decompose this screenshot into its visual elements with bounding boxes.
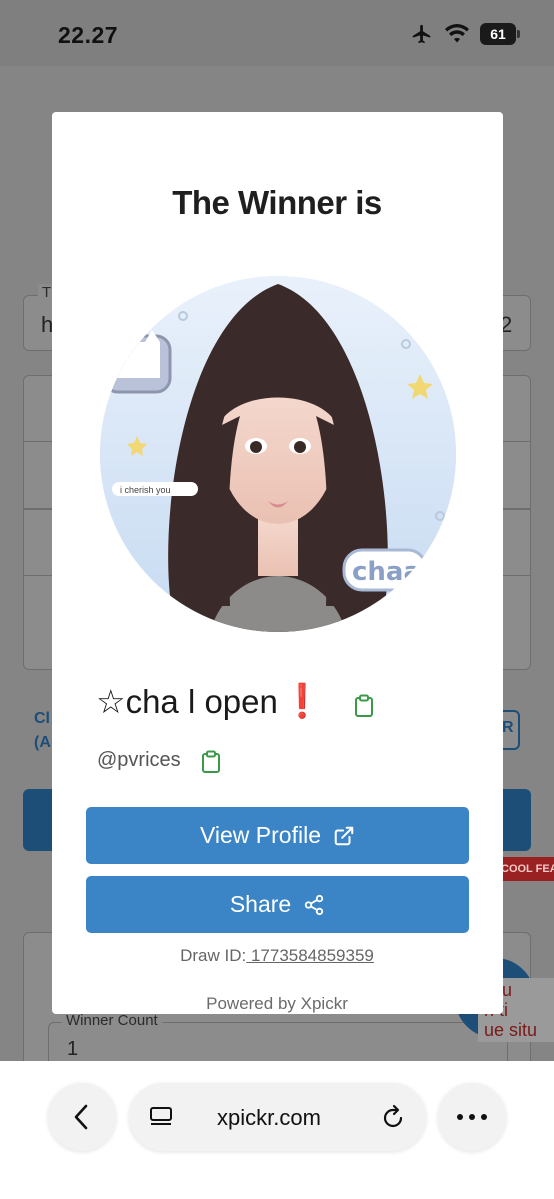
wifi-icon	[445, 24, 469, 43]
background-link-right: R	[502, 719, 514, 736]
winner-avatar: i cherish you chaa	[100, 276, 456, 632]
status-bar: 22.27 61	[0, 0, 554, 66]
winner-name-exclaim: ❗	[281, 682, 323, 719]
status-time: 22.27	[58, 22, 119, 48]
powered-by: Powered by Xpickr	[206, 994, 348, 1013]
copy-handle-icon[interactable]	[201, 750, 221, 774]
chevron-left-icon	[74, 1104, 88, 1130]
avatar-caption: i cherish you	[120, 485, 171, 495]
winner-name-text: ☆cha l open	[96, 683, 278, 720]
background-winner-count-label: Winner Count	[62, 1012, 162, 1029]
background-link-left: Cl (A	[34, 710, 51, 751]
winner-handle: @pvrices	[97, 749, 181, 771]
share-label: Share	[229, 891, 292, 917]
share-icon	[305, 894, 324, 915]
reader-mode-icon[interactable]	[149, 1106, 173, 1128]
draw-id: Draw ID: 1773584859359	[0, 946, 554, 966]
winner-name: ☆cha l open ❗	[96, 682, 323, 721]
status-icons: 61	[410, 23, 520, 45]
address-url: xpickr.com	[217, 1105, 321, 1130]
external-link-icon	[334, 826, 354, 845]
draw-id-label: Draw ID:	[180, 946, 247, 965]
modal-title: The Winner is	[172, 184, 382, 221]
back-button[interactable]	[48, 1083, 116, 1151]
view-profile-button[interactable]: View Profile	[86, 807, 469, 864]
more-icon	[457, 1114, 487, 1120]
reload-icon[interactable]	[381, 1104, 405, 1130]
address-bar[interactable]: xpickr.com	[129, 1083, 426, 1151]
battery-indicator: 61	[480, 23, 520, 45]
background-winner-count-value: 1	[67, 1038, 79, 1060]
copy-name-icon[interactable]	[354, 694, 374, 718]
view-profile-label: View Profile	[199, 822, 322, 848]
background-red-badge: COOL FEA	[497, 857, 554, 881]
airplane-icon	[412, 24, 431, 44]
more-button[interactable]	[438, 1083, 506, 1151]
share-button[interactable]: Share	[86, 876, 469, 933]
draw-id-value[interactable]: 1773584859359	[246, 946, 374, 965]
